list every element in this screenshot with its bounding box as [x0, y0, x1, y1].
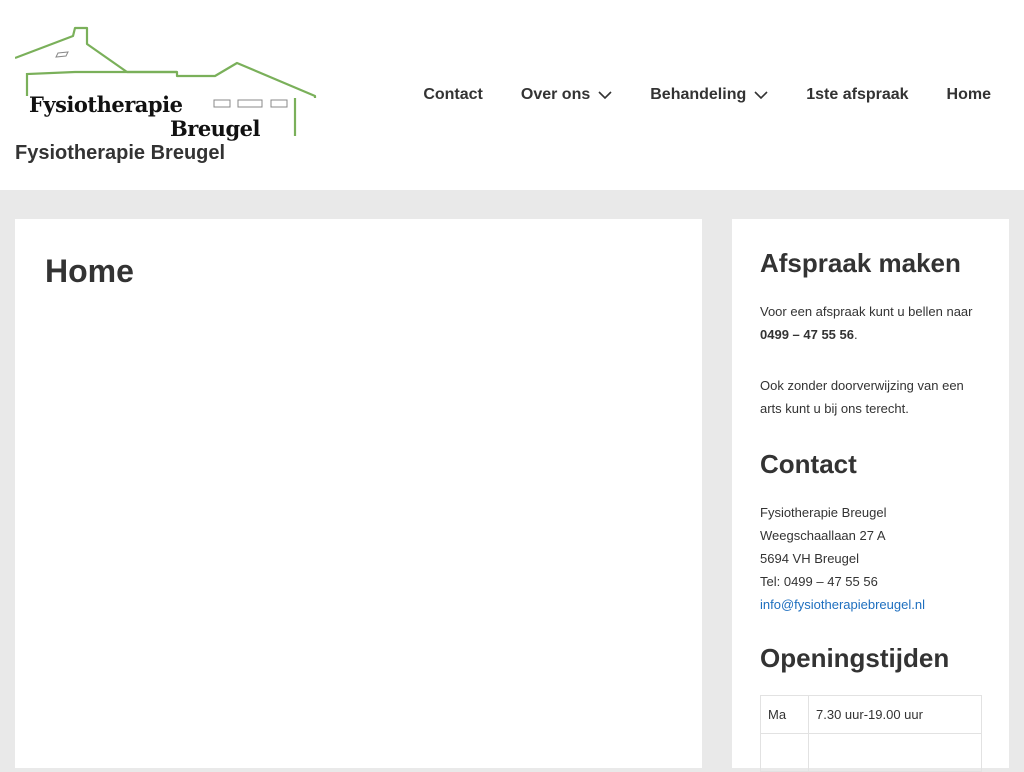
site-title[interactable]: Fysiotherapie Breugel [15, 142, 225, 165]
appointment-text: Voor een afspraak kunt u bellen naar 049… [760, 300, 982, 346]
chevron-down-icon [598, 91, 612, 99]
sidebar-widgets: Afspraak maken Voor een afspraak kunt u … [760, 245, 982, 772]
hours-time [808, 733, 982, 772]
main-navigation: Contact Over ons Behandeling 1ste afspra… [423, 86, 991, 104]
hours-widget: Openingstijden Ma 7.30 uur-19.00 uur [760, 640, 982, 772]
appointment-phone: 0499 – 47 55 56 [760, 327, 854, 342]
nav-item-contact[interactable]: Contact [423, 86, 483, 104]
contact-email-link[interactable]: info@fysiotherapiebreugel.nl [760, 597, 925, 612]
nav-item-label: Home [946, 86, 991, 103]
nav-item-label: Over ons [520, 86, 591, 103]
house-roof-logo-icon [15, 26, 317, 136]
widget-title-openingstijden: Openingstijden [760, 643, 950, 673]
appointment-period: . [853, 327, 858, 342]
contact-city: 5694 VH Breugel [760, 551, 860, 566]
table-row [760, 733, 982, 772]
main-content: Home [15, 219, 702, 768]
nav-item-behandeling[interactable]: Behandeling [650, 86, 768, 104]
appointment-widget: Afspraak maken Voor een afspraak kunt u … [760, 245, 982, 420]
contact-street: Weegschaallaan 27 A [760, 528, 886, 543]
contact-tel: Tel: 0499 – 47 55 56 [760, 574, 878, 589]
widget-title-afspraak: Afspraak maken [760, 248, 961, 278]
appointment-intro: Voor een afspraak kunt u bellen naar [760, 304, 973, 319]
contact-address: Fysiotherapie Breugel Weegschaallaan 27 … [760, 501, 982, 616]
hours-day [760, 733, 809, 772]
nav-item-1ste-afspraak[interactable]: 1ste afspraak [806, 86, 908, 104]
nav-item-label: Contact [423, 86, 483, 103]
logo-text-line1: Fysiotherapie [29, 92, 183, 117]
page-title: Home [45, 253, 134, 289]
site-logo[interactable]: Fysiotherapie Breugel [15, 26, 317, 141]
nav-item-label: Behandeling [650, 86, 747, 103]
contact-name: Fysiotherapie Breugel [760, 505, 887, 520]
nav-item-label: 1ste afspraak [806, 86, 909, 103]
chevron-down-icon [754, 91, 768, 99]
opening-hours-table: Ma 7.30 uur-19.00 uur [760, 695, 982, 772]
site-header: Fysiotherapie Breugel Fysiotherapie Breu… [0, 0, 1024, 190]
table-row: Ma 7.30 uur-19.00 uur [760, 695, 982, 734]
sidebar: Afspraak maken Voor een afspraak kunt u … [732, 219, 1009, 772]
no-referral-text: Ook zonder doorverwijzing van een arts k… [760, 378, 964, 416]
logo-text-line2: Breugel [170, 116, 260, 141]
widget-title-contact: Contact [760, 449, 857, 479]
nav-item-home[interactable]: Home [947, 86, 991, 104]
contact-widget: Contact Fysiotherapie Breugel Weegschaal… [760, 446, 982, 616]
hours-time: 7.30 uur-19.00 uur [808, 695, 982, 734]
nav-item-over-ons[interactable]: Over ons [521, 86, 612, 104]
hours-day: Ma [760, 695, 809, 734]
